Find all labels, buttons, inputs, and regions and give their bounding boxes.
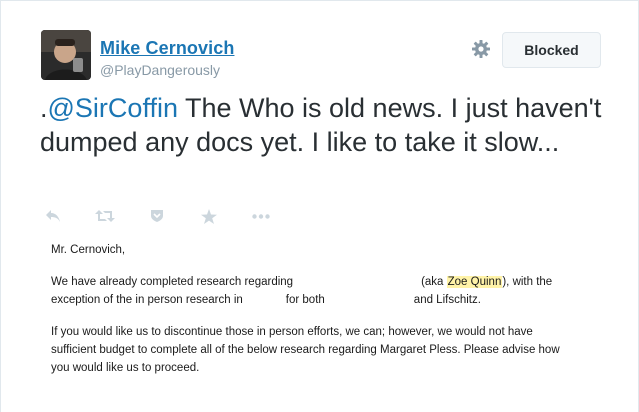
tweet-text: .@SirCoffin The Who is old news. I just … bbox=[40, 91, 615, 159]
tweet-prefix: . bbox=[40, 93, 48, 123]
letter-paragraph-1: We have already completed research regar… bbox=[51, 273, 560, 309]
reply-icon[interactable] bbox=[43, 207, 63, 225]
letter-document: Mr. Cernovich, We have already completed… bbox=[51, 241, 560, 391]
retweet-icon[interactable] bbox=[95, 207, 115, 225]
letter-paragraph-2: If you would like us to discontinue thos… bbox=[51, 323, 560, 377]
author-handle[interactable]: @PlayDangerously bbox=[100, 62, 220, 78]
letter-text: and Lifschitz. bbox=[413, 294, 481, 306]
favorite-icon[interactable] bbox=[147, 207, 167, 225]
letter-salutation: Mr. Cernovich, bbox=[51, 244, 126, 256]
attached-image[interactable]: Mr. Cernovich, We have already completed… bbox=[41, 229, 601, 401]
letter-text: We have already completed research regar… bbox=[51, 276, 294, 288]
letter-text: you would like us to proceed. bbox=[51, 362, 200, 374]
letter-text: If you would like us to discontinue thos… bbox=[51, 326, 533, 338]
mention-link[interactable]: @SirCoffin bbox=[48, 93, 178, 123]
blocked-button[interactable]: Blocked bbox=[502, 32, 601, 68]
letter-text: sufficient budget to complete all of the… bbox=[51, 344, 560, 356]
letter-text: (aka bbox=[421, 276, 444, 288]
author-name[interactable]: Mike Cernovich bbox=[100, 38, 234, 59]
letter-text: for both bbox=[285, 294, 325, 306]
tweet-card: Mike Cernovich @PlayDangerously Blocked … bbox=[0, 0, 639, 412]
avatar-image bbox=[41, 30, 91, 80]
gear-icon[interactable] bbox=[471, 39, 491, 59]
star-icon[interactable] bbox=[199, 207, 219, 225]
letter-text: ), with the bbox=[502, 276, 553, 288]
more-icon[interactable] bbox=[251, 207, 271, 225]
highlighted-name: Zoe Quinn bbox=[446, 276, 503, 288]
tweet-actions bbox=[43, 206, 303, 226]
avatar[interactable] bbox=[41, 30, 91, 80]
letter-text: exception of the in person research in bbox=[51, 294, 243, 306]
